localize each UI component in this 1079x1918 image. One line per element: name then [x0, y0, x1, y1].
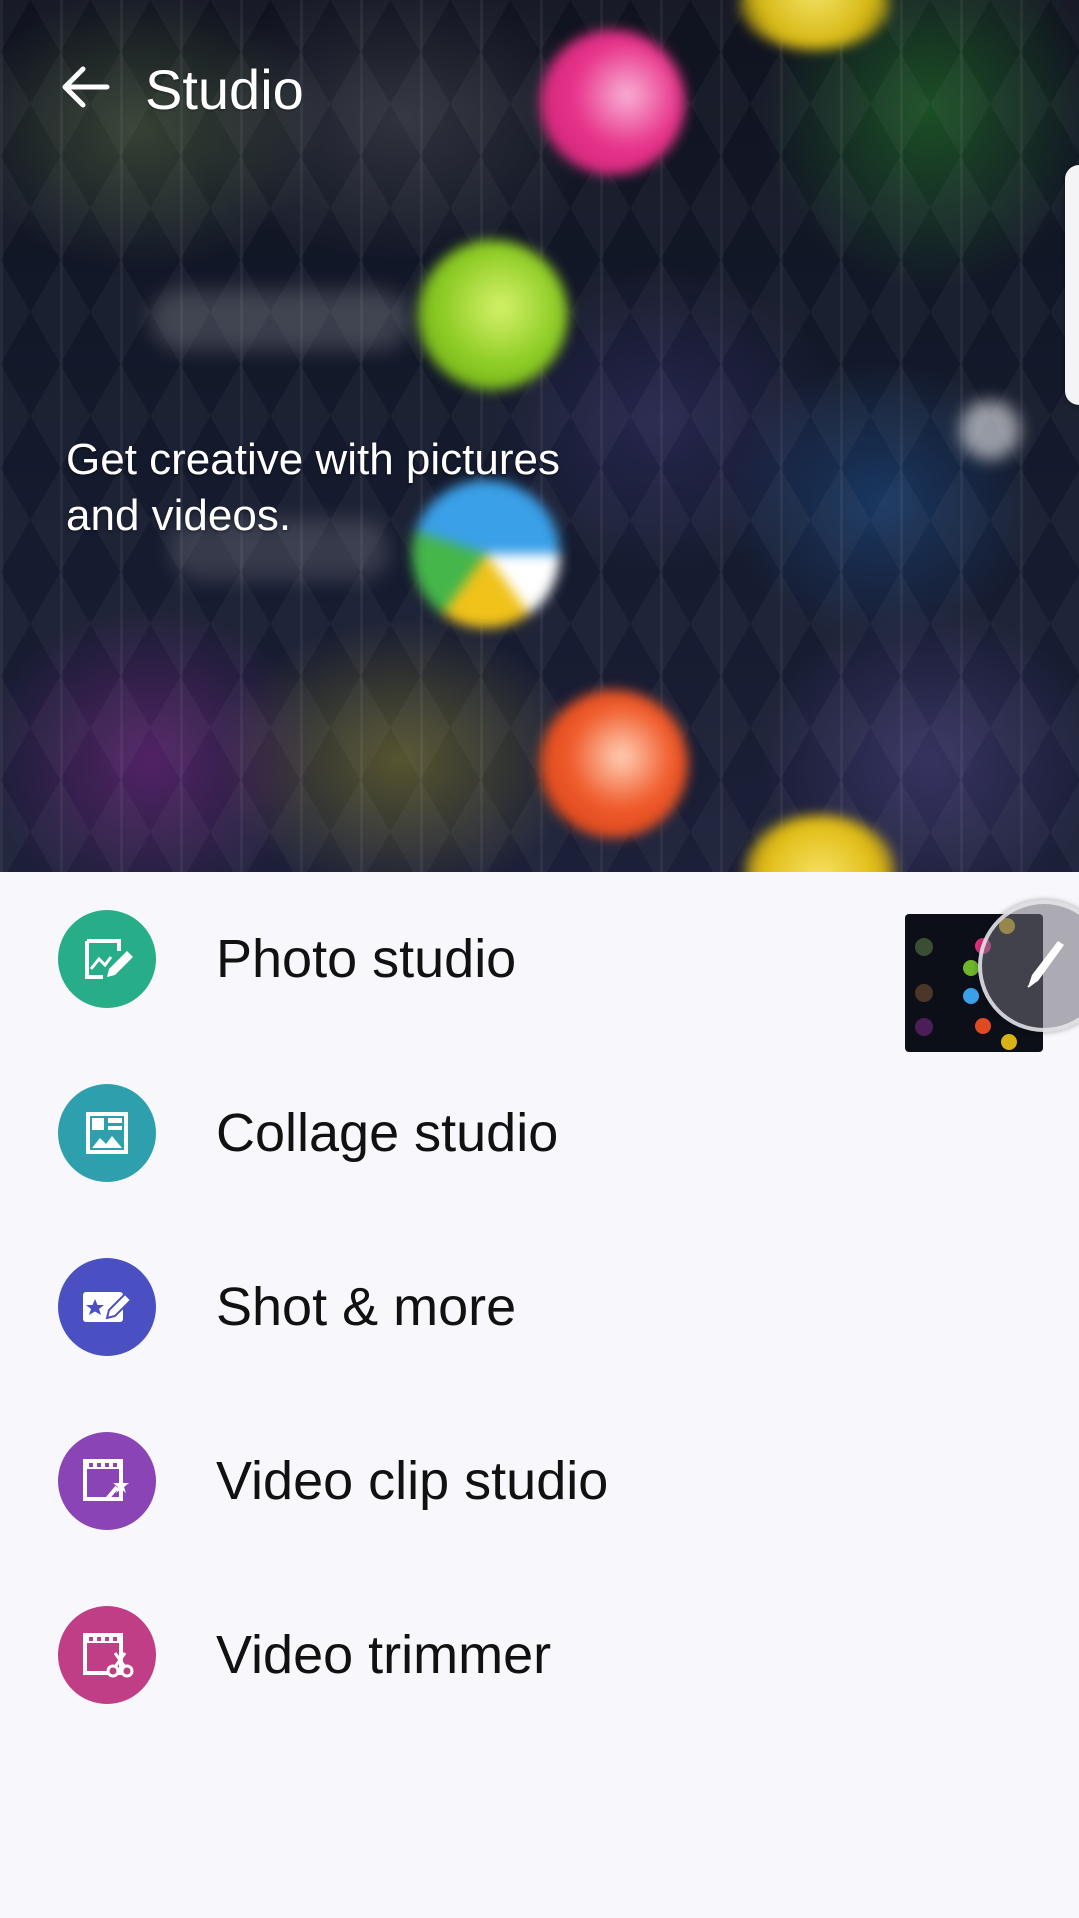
menu-item-label: Video trimmer [216, 1625, 552, 1685]
page-title: Studio [145, 58, 304, 121]
menu-item-shot-more[interactable]: Shot & more [0, 1220, 1079, 1394]
menu-item-label: Video clip studio [216, 1451, 609, 1511]
decorative-blur [150, 290, 410, 350]
decorative-dot [963, 960, 979, 976]
decorative-dot [975, 1018, 991, 1034]
decorative-bubble [540, 690, 688, 838]
menu-item-collage-studio[interactable]: Collage studio [0, 1046, 1079, 1220]
edge-panel-handle[interactable] [1065, 165, 1079, 405]
shot-more-icon [58, 1258, 156, 1356]
menu-item-label: Photo studio [216, 929, 517, 989]
arrow-back-icon [62, 66, 110, 108]
decorative-dot [915, 1018, 933, 1036]
back-button[interactable] [50, 52, 120, 122]
decorative-dot [915, 938, 933, 956]
decorative-bubble [540, 30, 685, 175]
menu-item-video-trimmer[interactable]: Video trimmer [0, 1568, 1079, 1742]
menu-item-video-clip-studio[interactable]: Video clip studio [0, 1394, 1079, 1568]
decorative-bubble [960, 400, 1020, 460]
decorative-dot [1001, 1034, 1017, 1050]
decorative-dot [963, 988, 979, 1004]
menu-item-label: Collage studio [216, 1103, 559, 1163]
menu-item-label: Shot & more [216, 1277, 517, 1337]
video-trim-icon [58, 1606, 156, 1704]
collage-icon [58, 1084, 156, 1182]
photo-edit-icon [58, 910, 156, 1008]
hero-header: Studio Get creative with pictures and vi… [0, 0, 1079, 872]
page-subtitle: Get creative with pictures and videos. [66, 435, 560, 540]
video-clip-icon [58, 1432, 156, 1530]
decorative-dot [915, 984, 933, 1002]
decorative-bubble [418, 240, 568, 390]
pen-icon [1027, 941, 1064, 988]
